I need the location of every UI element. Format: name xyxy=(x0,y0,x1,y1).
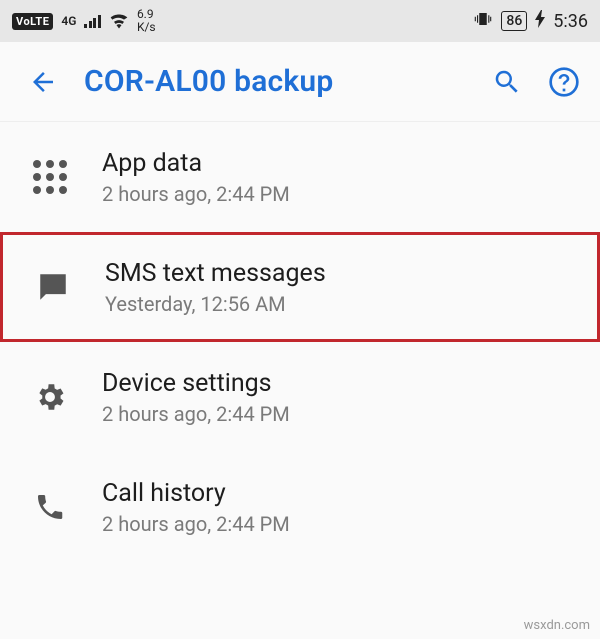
help-button[interactable] xyxy=(548,66,580,98)
list-item-subtitle: 2 hours ago, 2:44 PM xyxy=(102,512,580,536)
sms-icon xyxy=(33,270,73,304)
status-bar: VoLTE 4G 6.9 K/s 86 5:36 xyxy=(0,0,600,42)
list-text: App data 2 hours ago, 2:44 PM xyxy=(102,149,580,206)
apps-grid-icon xyxy=(30,160,70,194)
signal-generation: 4G xyxy=(61,15,76,27)
list-item-title: SMS text messages xyxy=(105,259,577,288)
battery-indicator: 86 xyxy=(501,11,527,31)
vibrate-icon xyxy=(473,10,493,32)
app-bar: COR-AL00 backup xyxy=(0,42,600,122)
clock: 5:36 xyxy=(553,11,588,32)
list-text: Device settings 2 hours ago, 2:44 PM xyxy=(102,369,580,426)
status-left: VoLTE 4G 6.9 K/s xyxy=(12,8,156,33)
list-item-title: Device settings xyxy=(102,369,580,398)
list-item-app-data[interactable]: App data 2 hours ago, 2:44 PM xyxy=(0,122,600,232)
signal-bars-icon xyxy=(84,14,101,28)
list-item-title: Call history xyxy=(102,479,580,508)
list-item-call-history[interactable]: Call history 2 hours ago, 2:44 PM xyxy=(0,452,600,562)
backup-list: App data 2 hours ago, 2:44 PM SMS text m… xyxy=(0,122,600,562)
settings-gear-icon xyxy=(30,380,70,414)
list-item-device-settings[interactable]: Device settings 2 hours ago, 2:44 PM xyxy=(0,342,600,452)
wifi-icon xyxy=(109,13,129,29)
charging-icon xyxy=(535,10,545,32)
search-button[interactable] xyxy=(492,67,522,97)
help-icon xyxy=(548,66,580,98)
page-title: COR-AL00 backup xyxy=(84,64,466,99)
network-speed: 6.9 K/s xyxy=(137,8,156,33)
back-arrow-icon xyxy=(28,67,58,97)
search-icon xyxy=(492,67,522,97)
phone-icon xyxy=(30,491,70,523)
list-text: Call history 2 hours ago, 2:44 PM xyxy=(102,479,580,536)
status-right: 86 5:36 xyxy=(473,10,588,32)
list-item-subtitle: 2 hours ago, 2:44 PM xyxy=(102,402,580,426)
list-item-title: App data xyxy=(102,149,580,178)
list-text: SMS text messages Yesterday, 12:56 AM xyxy=(105,259,577,316)
watermark: wsxdn.com xyxy=(524,618,590,633)
list-item-subtitle: Yesterday, 12:56 AM xyxy=(105,292,577,316)
back-button[interactable] xyxy=(28,67,58,97)
list-item-sms[interactable]: SMS text messages Yesterday, 12:56 AM xyxy=(0,232,600,342)
list-item-subtitle: 2 hours ago, 2:44 PM xyxy=(102,182,580,206)
volte-badge: VoLTE xyxy=(12,13,53,30)
